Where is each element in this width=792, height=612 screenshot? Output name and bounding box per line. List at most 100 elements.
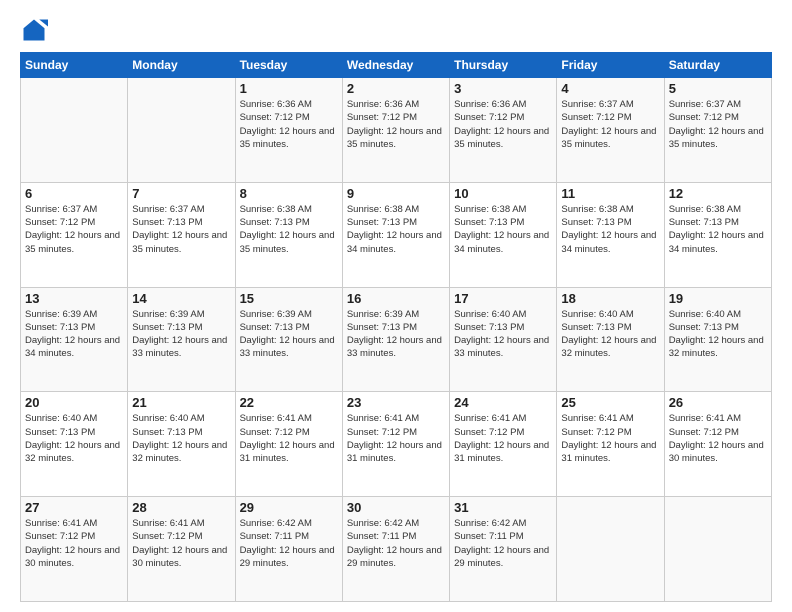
- calendar-cell: [21, 78, 128, 183]
- day-info: Sunrise: 6:40 AM Sunset: 7:13 PM Dayligh…: [454, 308, 552, 361]
- day-number: 3: [454, 81, 552, 96]
- weekday-header-friday: Friday: [557, 53, 664, 78]
- day-number: 1: [240, 81, 338, 96]
- day-info: Sunrise: 6:37 AM Sunset: 7:12 PM Dayligh…: [561, 98, 659, 151]
- day-number: 25: [561, 395, 659, 410]
- calendar-cell: 10Sunrise: 6:38 AM Sunset: 7:13 PM Dayli…: [450, 182, 557, 287]
- calendar-cell: 22Sunrise: 6:41 AM Sunset: 7:12 PM Dayli…: [235, 392, 342, 497]
- day-number: 8: [240, 186, 338, 201]
- calendar-cell: 14 Sunrise: 6:39 AM Sunset: 7:13 PM Dayli…: [128, 287, 235, 392]
- calendar-cell: 23 Sunrise: 6:41 AM Sunset: 7:12 PM Dayli…: [342, 392, 449, 497]
- day-info: Sunrise: 6:36 AM Sunset: 7:12 PM Dayligh…: [347, 98, 445, 151]
- day-number: 14: [132, 291, 230, 306]
- day-info: Sunrise: 6:39 AM Sunset: 7:13 PM Dayligh…: [240, 308, 338, 361]
- calendar-cell: 29Sunrise: 6:42 AM Sunset: 7:11 PM Dayli…: [235, 497, 342, 602]
- calendar-cell: 4 Sunrise: 6:37 AM Sunset: 7:12 PM Daylig…: [557, 78, 664, 183]
- weekday-header-thursday: Thursday: [450, 53, 557, 78]
- week-row-3: 13Sunrise: 6:39 AM Sunset: 7:13 PM Dayli…: [21, 287, 772, 392]
- page: SundayMondayTuesdayWednesdayThursdayFrid…: [0, 0, 792, 612]
- day-number: 21: [132, 395, 230, 410]
- weekday-header-monday: Monday: [128, 53, 235, 78]
- calendar-cell: 18 Sunrise: 6:40 AM Sunset: 7:13 PM Dayli…: [557, 287, 664, 392]
- day-number: 11: [561, 186, 659, 201]
- calendar-cell: 16 Sunrise: 6:39 AM Sunset: 7:13 PM Dayli…: [342, 287, 449, 392]
- day-number: 19: [669, 291, 767, 306]
- day-info: Sunrise: 6:38 AM Sunset: 7:13 PM Dayligh…: [561, 203, 659, 256]
- calendar-cell: 8 Sunrise: 6:38 AM Sunset: 7:13 PM Daylig…: [235, 182, 342, 287]
- week-row-1: 1 Sunrise: 6:36 AM Sunset: 7:12 PM Daylig…: [21, 78, 772, 183]
- calendar-cell: 21 Sunrise: 6:40 AM Sunset: 7:13 PM Dayli…: [128, 392, 235, 497]
- calendar-cell: 9 Sunrise: 6:38 AM Sunset: 7:13 PM Daylig…: [342, 182, 449, 287]
- day-info: Sunrise: 6:38 AM Sunset: 7:13 PM Dayligh…: [347, 203, 445, 256]
- day-number: 15: [240, 291, 338, 306]
- day-info: Sunrise: 6:38 AM Sunset: 7:13 PM Dayligh…: [240, 203, 338, 256]
- day-number: 26: [669, 395, 767, 410]
- week-row-2: 6 Sunrise: 6:37 AM Sunset: 7:12 PM Daylig…: [21, 182, 772, 287]
- day-info: Sunrise: 6:40 AM Sunset: 7:13 PM Dayligh…: [561, 308, 659, 361]
- day-number: 28: [132, 500, 230, 515]
- calendar-cell: 19 Sunrise: 6:40 AM Sunset: 7:13 PM Dayli…: [664, 287, 771, 392]
- calendar-cell: [557, 497, 664, 602]
- calendar-cell: 1 Sunrise: 6:36 AM Sunset: 7:12 PM Daylig…: [235, 78, 342, 183]
- day-info: Sunrise: 6:36 AM Sunset: 7:12 PM Dayligh…: [240, 98, 338, 151]
- day-info: Sunrise: 6:38 AM Sunset: 7:13 PM Dayligh…: [669, 203, 767, 256]
- calendar-cell: [664, 497, 771, 602]
- day-info: Sunrise: 6:41 AM Sunset: 7:12 PM Dayligh…: [454, 412, 552, 465]
- day-number: 16: [347, 291, 445, 306]
- day-info: Sunrise: 6:41 AM Sunset: 7:12 PM Dayligh…: [25, 517, 123, 570]
- day-number: 2: [347, 81, 445, 96]
- calendar-cell: 3 Sunrise: 6:36 AM Sunset: 7:12 PM Daylig…: [450, 78, 557, 183]
- calendar-cell: 12Sunrise: 6:38 AM Sunset: 7:13 PM Dayli…: [664, 182, 771, 287]
- day-number: 9: [347, 186, 445, 201]
- day-number: 6: [25, 186, 123, 201]
- day-number: 4: [561, 81, 659, 96]
- calendar-cell: 15 Sunrise: 6:39 AM Sunset: 7:13 PM Dayli…: [235, 287, 342, 392]
- calendar-cell: 20Sunrise: 6:40 AM Sunset: 7:13 PM Dayli…: [21, 392, 128, 497]
- calendar-cell: 5 Sunrise: 6:37 AM Sunset: 7:12 PM Daylig…: [664, 78, 771, 183]
- day-info: Sunrise: 6:42 AM Sunset: 7:11 PM Dayligh…: [454, 517, 552, 570]
- week-row-5: 27Sunrise: 6:41 AM Sunset: 7:12 PM Dayli…: [21, 497, 772, 602]
- logo: [20, 16, 52, 44]
- day-info: Sunrise: 6:39 AM Sunset: 7:13 PM Dayligh…: [347, 308, 445, 361]
- calendar-cell: 25 Sunrise: 6:41 AM Sunset: 7:12 PM Dayli…: [557, 392, 664, 497]
- weekday-header-saturday: Saturday: [664, 53, 771, 78]
- weekday-header-sunday: Sunday: [21, 53, 128, 78]
- day-info: Sunrise: 6:39 AM Sunset: 7:13 PM Dayligh…: [132, 308, 230, 361]
- calendar-cell: [128, 78, 235, 183]
- day-number: 7: [132, 186, 230, 201]
- day-number: 31: [454, 500, 552, 515]
- calendar-cell: 7Sunrise: 6:37 AM Sunset: 7:13 PM Daylig…: [128, 182, 235, 287]
- calendar-cell: 24Sunrise: 6:41 AM Sunset: 7:12 PM Dayli…: [450, 392, 557, 497]
- day-info: Sunrise: 6:39 AM Sunset: 7:13 PM Dayligh…: [25, 308, 123, 361]
- day-info: Sunrise: 6:42 AM Sunset: 7:11 PM Dayligh…: [240, 517, 338, 570]
- day-info: Sunrise: 6:40 AM Sunset: 7:13 PM Dayligh…: [669, 308, 767, 361]
- day-info: Sunrise: 6:40 AM Sunset: 7:13 PM Dayligh…: [132, 412, 230, 465]
- logo-icon: [20, 16, 48, 44]
- calendar-cell: 27Sunrise: 6:41 AM Sunset: 7:12 PM Dayli…: [21, 497, 128, 602]
- day-info: Sunrise: 6:37 AM Sunset: 7:12 PM Dayligh…: [669, 98, 767, 151]
- calendar-cell: 31 Sunrise: 6:42 AM Sunset: 7:11 PM Dayli…: [450, 497, 557, 602]
- day-number: 18: [561, 291, 659, 306]
- day-info: Sunrise: 6:38 AM Sunset: 7:13 PM Dayligh…: [454, 203, 552, 256]
- calendar-cell: 28 Sunrise: 6:41 AM Sunset: 7:12 PM Dayli…: [128, 497, 235, 602]
- calendar-cell: 26 Sunrise: 6:41 AM Sunset: 7:12 PM Dayli…: [664, 392, 771, 497]
- day-info: Sunrise: 6:41 AM Sunset: 7:12 PM Dayligh…: [347, 412, 445, 465]
- weekday-header-tuesday: Tuesday: [235, 53, 342, 78]
- day-info: Sunrise: 6:42 AM Sunset: 7:11 PM Dayligh…: [347, 517, 445, 570]
- day-info: Sunrise: 6:41 AM Sunset: 7:12 PM Dayligh…: [561, 412, 659, 465]
- day-info: Sunrise: 6:36 AM Sunset: 7:12 PM Dayligh…: [454, 98, 552, 151]
- day-number: 5: [669, 81, 767, 96]
- calendar-cell: 13Sunrise: 6:39 AM Sunset: 7:13 PM Dayli…: [21, 287, 128, 392]
- calendar-cell: 2 Sunrise: 6:36 AM Sunset: 7:12 PM Daylig…: [342, 78, 449, 183]
- day-number: 23: [347, 395, 445, 410]
- weekday-header-row: SundayMondayTuesdayWednesdayThursdayFrid…: [21, 53, 772, 78]
- calendar-cell: 30 Sunrise: 6:42 AM Sunset: 7:11 PM Dayli…: [342, 497, 449, 602]
- day-number: 17: [454, 291, 552, 306]
- week-row-4: 20 Sunrise: 6:40 AM Sunset: 7:13 PM Dayli…: [21, 392, 772, 497]
- calendar-cell: 6 Sunrise: 6:37 AM Sunset: 7:12 PM Daylig…: [21, 182, 128, 287]
- day-number: 20: [25, 395, 123, 410]
- day-info: Sunrise: 6:37 AM Sunset: 7:12 PM Dayligh…: [25, 203, 123, 256]
- day-info: Sunrise: 6:41 AM Sunset: 7:12 PM Dayligh…: [132, 517, 230, 570]
- day-info: Sunrise: 6:41 AM Sunset: 7:12 PM Dayligh…: [669, 412, 767, 465]
- day-number: 30: [347, 500, 445, 515]
